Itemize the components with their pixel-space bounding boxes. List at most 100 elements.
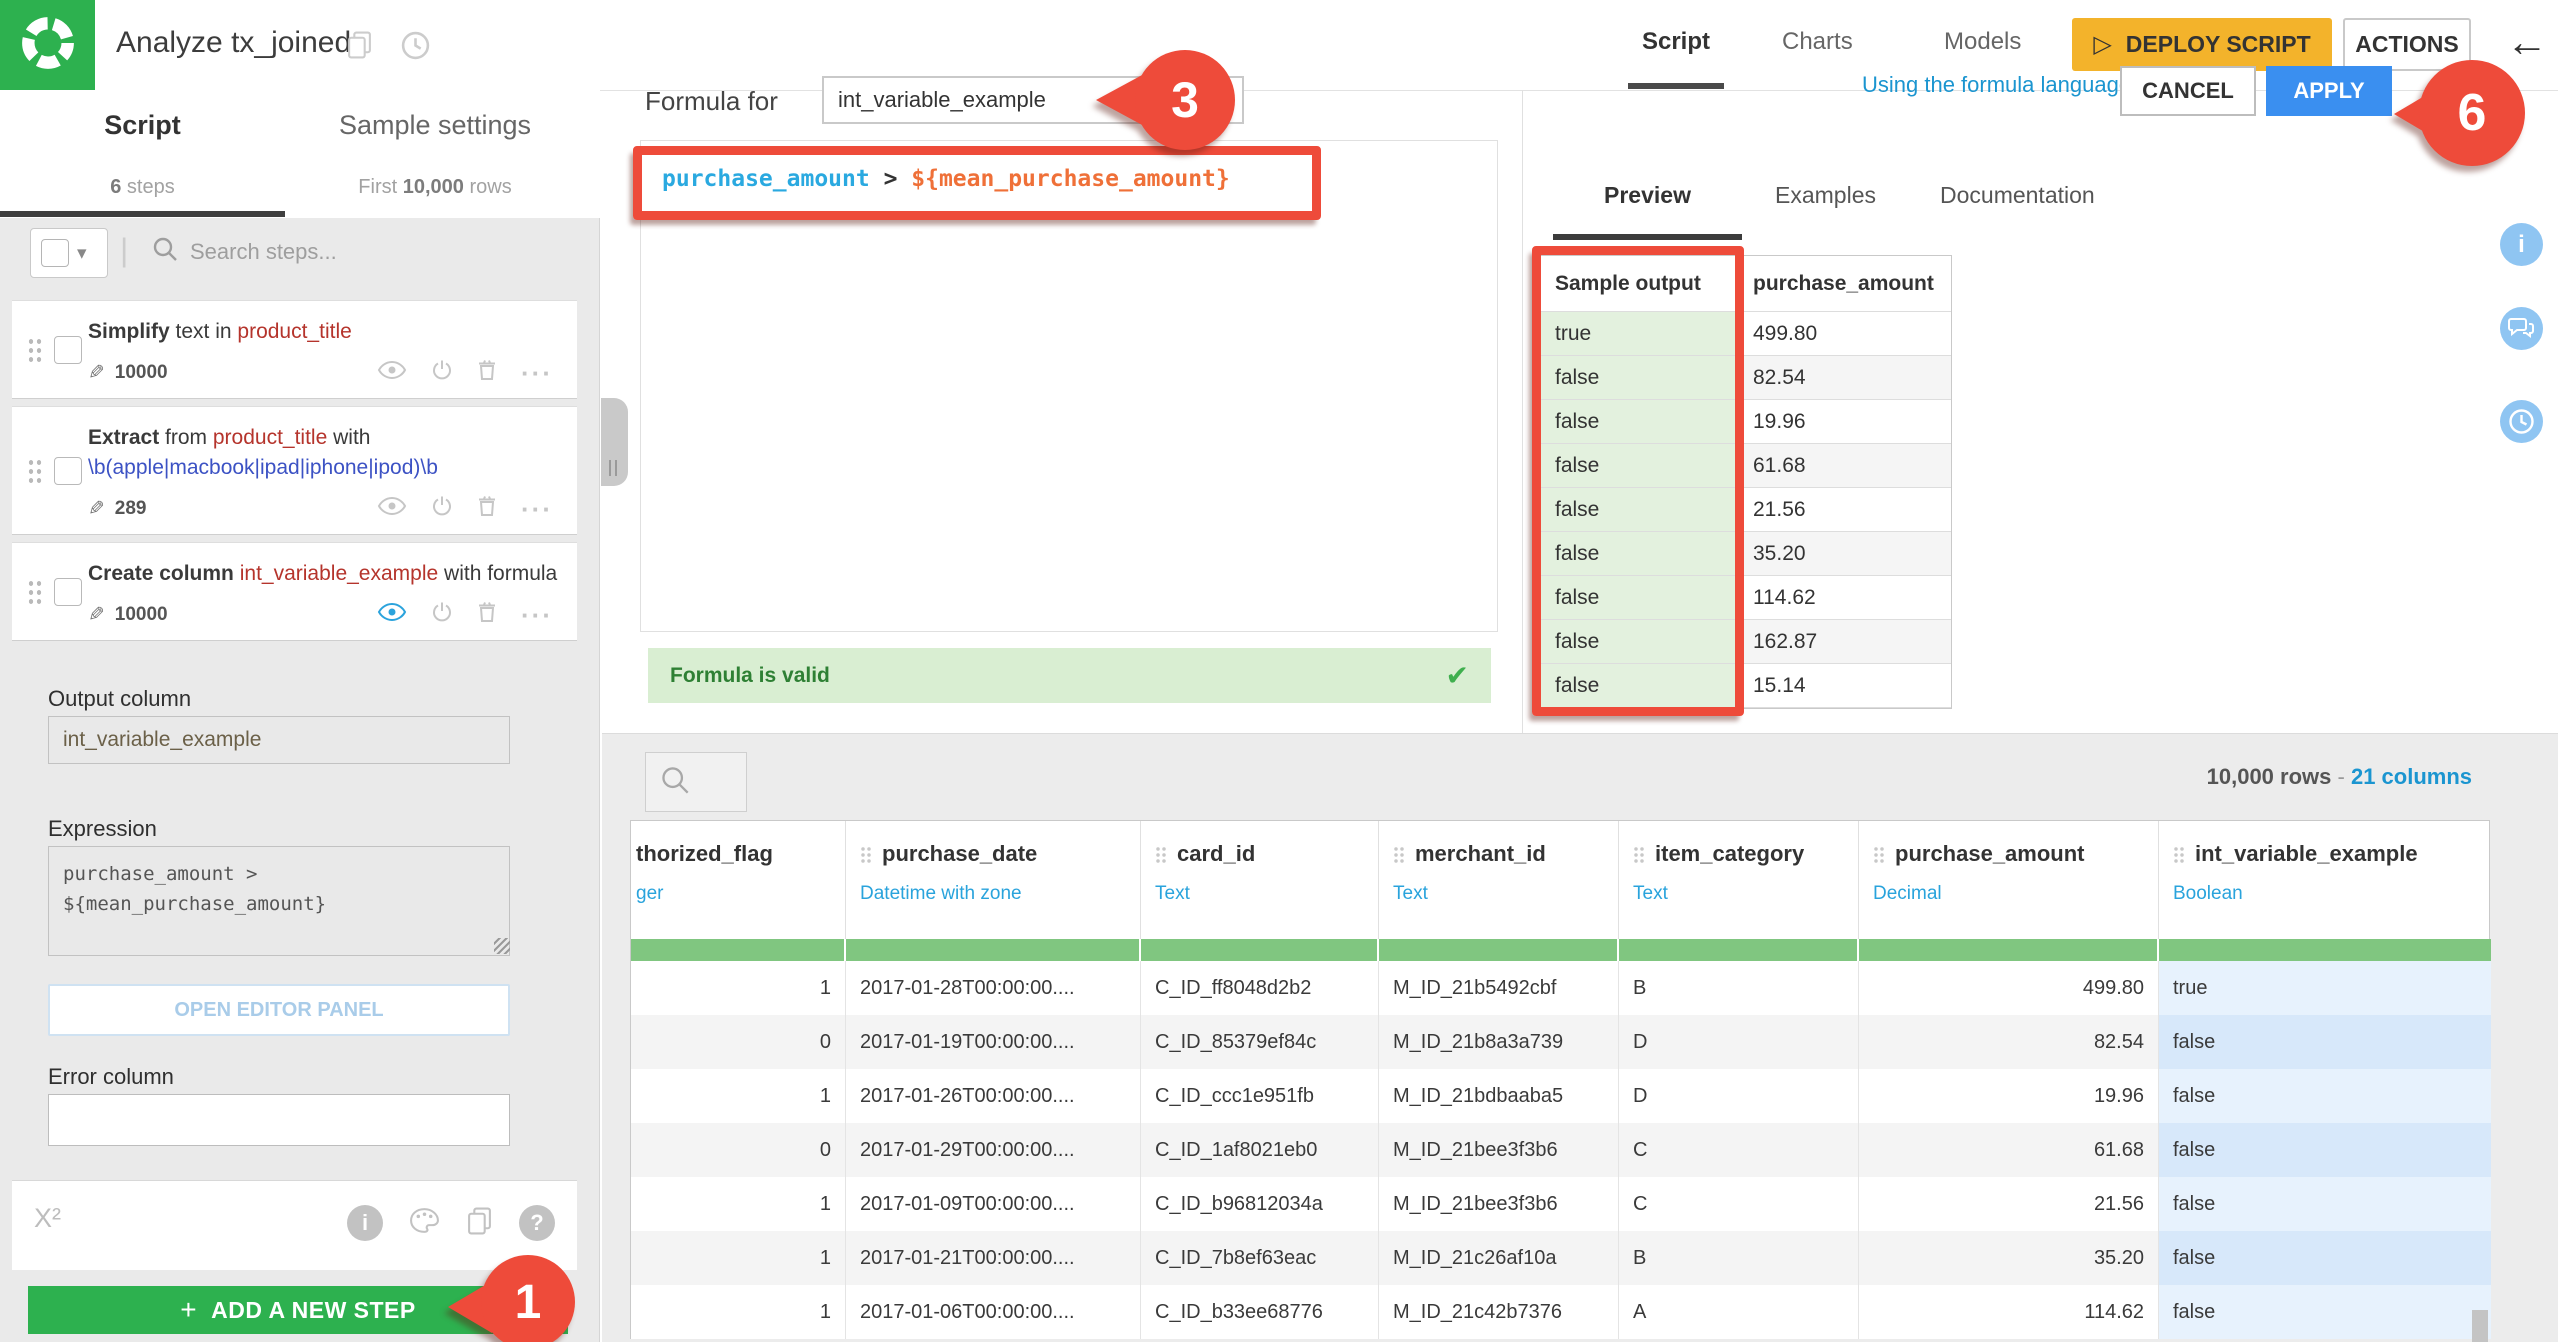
eye-icon[interactable] <box>377 360 407 385</box>
search-steps-input[interactable]: Search steps... <box>152 236 337 267</box>
more-options-icon[interactable]: ··· <box>521 496 553 522</box>
drag-handle-icon[interactable] <box>1155 845 1167 863</box>
column-type[interactable]: Text <box>1633 883 1858 905</box>
table-cell-purchase_amount[interactable]: 61.68 <box>1859 1123 2159 1177</box>
table-cell-purchase_amount[interactable]: 19.96 <box>1859 1069 2159 1123</box>
output-column-input[interactable]: int_variable_example <box>48 716 510 764</box>
table-cell-int_variable_example[interactable]: false <box>2159 1015 2491 1069</box>
tab-documentation[interactable]: Documentation <box>1940 182 2095 209</box>
table-cell-card_id[interactable]: C_ID_7b8ef63eac <box>1141 1231 1379 1285</box>
table-cell-merchant_id[interactable]: M_ID_21b5492cbf <box>1379 961 1619 1015</box>
disable-step-icon[interactable] <box>431 359 453 386</box>
column-header-item_category[interactable]: item_category Text <box>1619 821 1859 939</box>
drag-handle-icon[interactable] <box>1393 845 1405 863</box>
column-header-purchase_amount[interactable]: purchase_amount Decimal <box>1859 821 2159 939</box>
table-cell-item_category[interactable]: B <box>1619 1231 1859 1285</box>
table-cell-item_category[interactable]: C <box>1619 1177 1859 1231</box>
drag-handle-icon[interactable] <box>27 457 42 484</box>
table-cell-int_variable_example[interactable]: false <box>2159 1123 2491 1177</box>
table-cell-item_category[interactable]: B <box>1619 961 1859 1015</box>
table-cell-purchase_date[interactable]: 2017-01-09T00:00:00.... <box>846 1177 1141 1231</box>
table-cell-card_id[interactable]: C_ID_ff8048d2b2 <box>1141 961 1379 1015</box>
table-cell-purchase_date[interactable]: 2017-01-26T00:00:00.... <box>846 1069 1141 1123</box>
table-cell-purchase_amount[interactable]: 499.80 <box>1859 961 2159 1015</box>
drag-handle-icon[interactable] <box>860 845 872 863</box>
table-cell-item_category[interactable]: C <box>1619 1123 1859 1177</box>
table-cell-purchase_amount[interactable]: 21.56 <box>1859 1177 2159 1231</box>
textarea-resize-handle[interactable] <box>494 938 510 954</box>
disable-step-icon[interactable] <box>431 601 453 628</box>
table-cell-thorized_flag[interactable]: 0 <box>631 1015 846 1069</box>
panel-collapse-handle[interactable] <box>601 398 628 486</box>
table-cell-thorized_flag[interactable]: 1 <box>631 1231 846 1285</box>
column-count-link[interactable]: 21 columns <box>2351 764 2472 789</box>
apply-button[interactable]: APPLY <box>2266 66 2392 116</box>
table-cell-card_id[interactable]: C_ID_1af8021eb0 <box>1141 1123 1379 1177</box>
select-all-checkbox[interactable] <box>41 239 69 267</box>
table-cell-int_variable_example[interactable]: false <box>2159 1069 2491 1123</box>
table-cell-merchant_id[interactable]: M_ID_21bee3f3b6 <box>1379 1177 1619 1231</box>
table-cell-purchase_date[interactable]: 2017-01-19T00:00:00.... <box>846 1015 1141 1069</box>
table-cell-card_id[interactable]: C_ID_b33ee68776 <box>1141 1285 1379 1339</box>
table-cell-thorized_flag[interactable]: 1 <box>631 961 846 1015</box>
step-checkbox[interactable] <box>54 335 82 364</box>
drag-handle-icon[interactable] <box>27 578 42 605</box>
eye-icon[interactable] <box>377 496 407 521</box>
drag-handle-icon[interactable] <box>27 336 42 363</box>
error-column-input[interactable] <box>48 1094 510 1146</box>
column-type[interactable]: Datetime with zone <box>860 883 1140 905</box>
expression-textarea[interactable]: purchase_amount > ${mean_purchase_amount… <box>48 846 510 956</box>
formula-x2-icon[interactable]: X² <box>34 1203 61 1234</box>
copy-icon[interactable] <box>346 30 373 65</box>
disable-step-icon[interactable] <box>431 495 453 522</box>
tab-charts[interactable]: Charts <box>1782 28 1853 56</box>
table-cell-purchase_amount[interactable]: 35.20 <box>1859 1231 2159 1285</box>
palette-icon[interactable] <box>409 1207 440 1239</box>
column-header-int_variable_example[interactable]: int_variable_example Boolean <box>2159 821 2491 939</box>
discussions-icon[interactable] <box>2500 307 2543 350</box>
table-search-box[interactable] <box>645 752 747 812</box>
table-cell-thorized_flag[interactable]: 1 <box>631 1177 846 1231</box>
sidebar-tab-sample-settings[interactable]: Sample settings <box>285 110 585 141</box>
column-type[interactable]: Text <box>1393 883 1618 905</box>
select-all-steps-dropdown[interactable]: ▾ <box>30 228 108 278</box>
sidebar-tab-script[interactable]: Script <box>0 110 285 141</box>
eye-icon[interactable] <box>377 602 407 627</box>
table-cell-item_category[interactable]: A <box>1619 1285 1859 1339</box>
drag-handle-icon[interactable] <box>1633 845 1645 863</box>
table-cell-purchase_date[interactable]: 2017-01-06T00:00:00.... <box>846 1285 1141 1339</box>
table-cell-merchant_id[interactable]: M_ID_21c26af10a <box>1379 1231 1619 1285</box>
table-cell-int_variable_example[interactable]: false <box>2159 1285 2491 1339</box>
table-cell-thorized_flag[interactable]: 1 <box>631 1069 846 1123</box>
open-editor-panel-button[interactable]: OPEN EDITOR PANEL <box>48 984 510 1036</box>
tab-examples[interactable]: Examples <box>1775 182 1876 209</box>
column-header-thorized_flag[interactable]: thorized_flag ger <box>631 821 846 939</box>
table-cell-thorized_flag[interactable]: 0 <box>631 1123 846 1177</box>
column-type[interactable]: Boolean <box>2173 883 2491 905</box>
more-options-icon[interactable]: ··· <box>521 360 553 386</box>
vertical-scrollbar-thumb[interactable] <box>2472 1310 2488 1342</box>
table-cell-card_id[interactable]: C_ID_85379ef84c <box>1141 1015 1379 1069</box>
table-cell-merchant_id[interactable]: M_ID_21bee3f3b6 <box>1379 1123 1619 1177</box>
table-cell-purchase_amount[interactable]: 82.54 <box>1859 1015 2159 1069</box>
table-cell-purchase_date[interactable]: 2017-01-21T00:00:00.... <box>846 1231 1141 1285</box>
column-type[interactable]: Text <box>1155 883 1378 905</box>
table-cell-thorized_flag[interactable]: 1 <box>631 1285 846 1339</box>
table-cell-purchase_amount[interactable]: 114.62 <box>1859 1285 2159 1339</box>
cancel-button[interactable]: CANCEL <box>2120 66 2256 116</box>
delete-step-icon[interactable] <box>477 359 497 386</box>
delete-step-icon[interactable] <box>477 601 497 628</box>
table-cell-merchant_id[interactable]: M_ID_21bdbaaba5 <box>1379 1069 1619 1123</box>
chevron-down-icon[interactable]: ▾ <box>77 242 87 265</box>
details-info-icon[interactable]: i <box>2500 223 2543 266</box>
deploy-script-button[interactable]: ▷ DEPLOY SCRIPT <box>2072 18 2332 71</box>
script-step[interactable]: Simplify text in product_title ✎ 10000 ··· <box>12 300 577 399</box>
table-cell-int_variable_example[interactable]: true <box>2159 961 2491 1015</box>
table-cell-int_variable_example[interactable]: false <box>2159 1177 2491 1231</box>
copy-step-icon[interactable] <box>466 1206 493 1241</box>
more-options-icon[interactable]: ··· <box>521 602 553 628</box>
table-cell-card_id[interactable]: C_ID_ccc1e951fb <box>1141 1069 1379 1123</box>
tab-models[interactable]: Models <box>1944 28 2021 56</box>
column-type[interactable]: ger <box>636 883 845 905</box>
table-cell-merchant_id[interactable]: M_ID_21c42b7376 <box>1379 1285 1619 1339</box>
